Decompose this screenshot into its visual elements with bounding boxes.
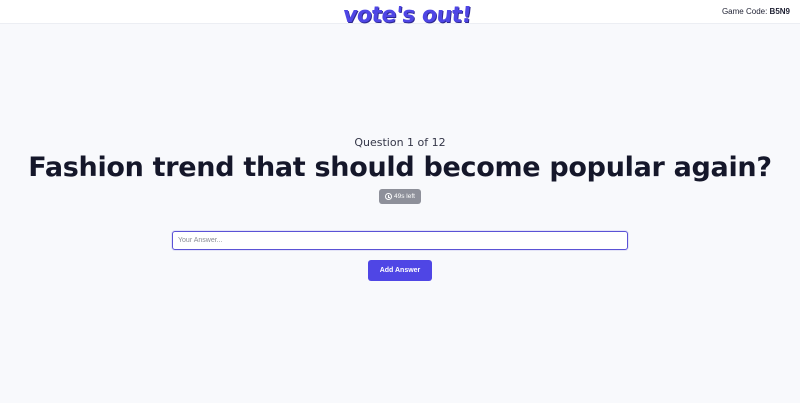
answer-input[interactable] xyxy=(172,231,628,250)
game-code-label: Game Code: xyxy=(721,7,768,16)
top-bar: vote's out! Game Code: B5N9 xyxy=(0,0,800,28)
add-answer-button[interactable]: Add Answer xyxy=(368,260,432,281)
game-code-display: Game Code: B5N9 xyxy=(722,6,790,18)
app-logo[interactable]: vote's out! xyxy=(342,3,473,29)
clock-icon xyxy=(385,193,393,200)
timer-badge: 49s left xyxy=(379,189,421,204)
game-code-value: B5N9 xyxy=(769,7,790,16)
question-counter: Question 1 of 12 xyxy=(354,136,446,149)
question-title: Fashion trend that should become popular… xyxy=(28,152,772,183)
timer-text: 49s left xyxy=(394,193,415,200)
